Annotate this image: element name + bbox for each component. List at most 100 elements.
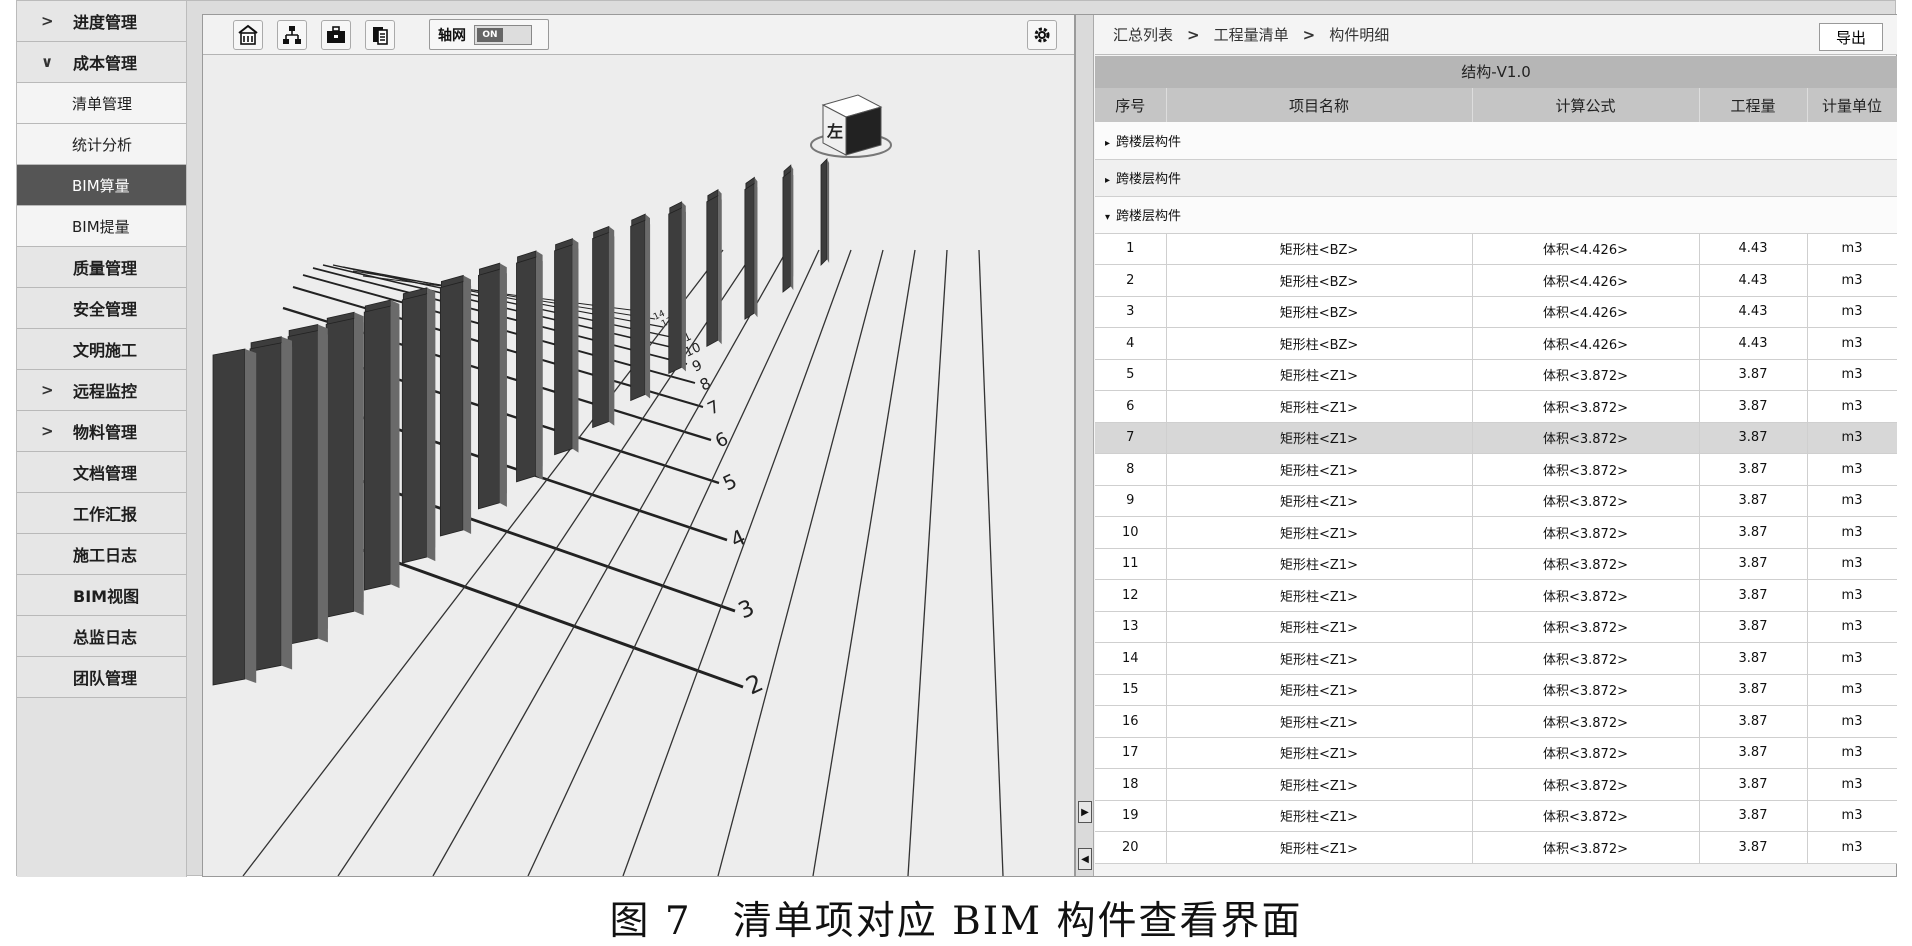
sidebar-item[interactable]: 总监日志 <box>17 616 186 657</box>
row-index: 5 <box>1095 359 1167 391</box>
table-row[interactable]: 13 矩形柱<Z1> 体积<3.872> 3.87 m3 <box>1095 611 1897 643</box>
row-unit: m3 <box>1807 768 1897 801</box>
table-row[interactable]: 6 矩形柱<Z1> 体积<3.872> 3.87 m3 <box>1095 390 1897 423</box>
caret-right-icon[interactable]: ▸ <box>1105 138 1110 149</box>
row-unit: m3 <box>1807 831 1897 864</box>
gear-icon[interactable] <box>1027 20 1057 50</box>
table-row[interactable]: 18 矩形柱<Z1> 体积<3.872> 3.87 m3 <box>1095 768 1897 801</box>
export-button[interactable]: 导出 <box>1819 23 1883 51</box>
chevron-right-icon: > <box>41 381 54 399</box>
row-formula: 体积<3.872> <box>1472 579 1700 612</box>
table-row[interactable]: 17 矩形柱<Z1> 体积<3.872> 3.87 m3 <box>1095 737 1897 769</box>
sidebar-item[interactable]: BIM算量 <box>17 165 186 206</box>
sidebar-item[interactable]: 清单管理 <box>17 83 186 124</box>
breadcrumb-quantity-list[interactable]: 工程量清单 <box>1214 24 1289 45</box>
table-row[interactable]: 20 矩形柱<Z1> 体积<3.872> 3.87 m3 <box>1095 831 1897 864</box>
sidebar-item[interactable]: ∨ 成本管理 <box>17 42 186 83</box>
structural-column <box>439 281 464 537</box>
table-row[interactable]: 12 矩形柱<Z1> 体积<3.872> 3.87 m3 <box>1095 579 1897 612</box>
table-row[interactable]: 16 矩形柱<Z1> 体积<3.872> 3.87 m3 <box>1095 705 1897 738</box>
sidebar-item[interactable]: BIM视图 <box>17 575 186 616</box>
sidebar-item-label: 安全管理 <box>73 300 138 319</box>
row-quantity: 3.87 <box>1699 800 1808 832</box>
col-header-formula[interactable]: 计算公式 <box>1472 88 1700 122</box>
bim-3d-scene[interactable]: 234567891011121314左 <box>203 55 1074 876</box>
breadcrumb-component-detail[interactable]: 构件明细 <box>1329 24 1389 45</box>
figure-caption: 图 7 清单项对应 BIM 构件查看界面 <box>609 899 1303 944</box>
table-row[interactable]: 1 矩形柱<BZ> 体积<4.426> 4.43 m3 <box>1095 233 1897 265</box>
col-header-unit[interactable]: 计量单位 <box>1807 88 1897 122</box>
table-row[interactable]: 10 矩形柱<Z1> 体积<3.872> 3.87 m3 <box>1095 516 1897 549</box>
sidebar-item-label: 文明施工 <box>73 341 138 360</box>
row-formula: 体积<3.872> <box>1472 800 1700 832</box>
group-cell: ▸ 跨楼层构件 <box>1095 122 1897 160</box>
table-row[interactable]: 15 矩形柱<Z1> 体积<3.872> 3.87 m3 <box>1095 674 1897 706</box>
structural-column-side <box>463 281 472 534</box>
caret-down-icon[interactable]: ▾ <box>1105 212 1110 223</box>
table-row[interactable]: 3 矩形柱<BZ> 体积<4.426> 4.43 m3 <box>1095 296 1897 328</box>
sidebar-item[interactable]: 统计分析 <box>17 124 186 165</box>
collapse-arrow-icon[interactable]: ◀ <box>1078 848 1092 870</box>
row-item-name: 矩形柱<Z1> <box>1166 422 1473 454</box>
sidebar-item[interactable]: > 远程监控 <box>17 370 186 411</box>
table-row[interactable]: 14 矩形柱<Z1> 体积<3.872> 3.87 m3 <box>1095 642 1897 675</box>
sidebar-item[interactable]: 安全管理 <box>17 288 186 329</box>
row-item-name: 矩形柱<Z1> <box>1166 485 1473 517</box>
breadcrumb: 汇总列表 > 工程量清单 > 构件明细 导出 <box>1095 15 1897 55</box>
row-index: 3 <box>1095 296 1167 328</box>
layers-icon[interactable] <box>365 20 395 50</box>
sidebar-item[interactable]: > 进度管理 <box>17 1 186 42</box>
sidebar-item[interactable]: 质量管理 <box>17 247 186 288</box>
group-row[interactable]: ▸ 跨楼层构件 <box>1095 122 1897 160</box>
row-formula: 体积<3.872> <box>1472 453 1700 486</box>
table-row[interactable]: 4 矩形柱<BZ> 体积<4.426> 4.43 m3 <box>1095 327 1897 360</box>
building-icon[interactable] <box>233 20 263 50</box>
sidebar-item[interactable]: 团队管理 <box>17 657 186 698</box>
sidebar-item[interactable]: 文档管理 <box>17 452 186 493</box>
structural-column-side <box>353 318 364 616</box>
caret-right-icon[interactable]: ▸ <box>1105 175 1110 186</box>
sidebar-item[interactable]: 施工日志 <box>17 534 186 575</box>
group-row[interactable]: ▾ 跨楼层构件 <box>1095 196 1897 234</box>
sidebar-item[interactable]: 工作汇报 <box>17 493 186 534</box>
expand-arrow-icon[interactable]: ▶ <box>1078 801 1092 823</box>
sidebar-item[interactable]: 文明施工 <box>17 329 186 370</box>
bim-viewer[interactable]: 轴网 ON 234567891011121314左 <box>202 14 1075 877</box>
row-unit: m3 <box>1807 642 1897 675</box>
table-row[interactable]: 8 矩形柱<Z1> 体积<3.872> 3.87 m3 <box>1095 453 1897 486</box>
row-formula: 体积<3.872> <box>1472 705 1700 738</box>
sidebar-item-label: BIM视图 <box>73 587 140 606</box>
sidebar-item[interactable]: BIM提量 <box>17 206 186 247</box>
row-unit: m3 <box>1807 296 1897 328</box>
group-cell: ▾ 跨楼层构件 <box>1095 196 1897 234</box>
row-item-name: 矩形柱<Z1> <box>1166 516 1473 549</box>
group-label: 跨楼层构件 <box>1116 172 1182 187</box>
toolbox-icon[interactable] <box>321 20 351 50</box>
row-unit: m3 <box>1807 233 1897 265</box>
table-row[interactable]: 5 矩形柱<Z1> 体积<3.872> 3.87 m3 <box>1095 359 1897 391</box>
row-unit: m3 <box>1807 264 1897 297</box>
row-quantity: 3.87 <box>1699 548 1808 580</box>
col-header-item-name[interactable]: 项目名称 <box>1166 88 1473 122</box>
row-item-name: 矩形柱<Z1> <box>1166 548 1473 580</box>
structural-column-side <box>535 257 543 480</box>
table-row[interactable]: 9 矩形柱<Z1> 体积<3.872> 3.87 m3 <box>1095 485 1897 517</box>
table-row[interactable]: 19 矩形柱<Z1> 体积<3.872> 3.87 m3 <box>1095 800 1897 832</box>
col-header-index[interactable]: 序号 <box>1095 88 1167 122</box>
hierarchy-icon[interactable] <box>277 20 307 50</box>
row-formula: 体积<3.872> <box>1472 422 1700 454</box>
row-item-name: 矩形柱<Z1> <box>1166 768 1473 801</box>
table-row[interactable]: 11 矩形柱<Z1> 体积<3.872> 3.87 m3 <box>1095 548 1897 580</box>
group-row[interactable]: ▸ 跨楼层构件 <box>1095 159 1897 197</box>
table-row[interactable]: 2 矩形柱<BZ> 体积<4.426> 4.43 m3 <box>1095 264 1897 297</box>
table-row[interactable]: 7 矩形柱<Z1> 体积<3.872> 3.87 m3 <box>1095 422 1897 454</box>
axis-grid-toggle[interactable]: 轴网 ON <box>429 19 549 50</box>
breadcrumb-summary-list[interactable]: 汇总列表 <box>1113 24 1173 45</box>
col-header-quantity[interactable]: 工程量 <box>1699 88 1808 122</box>
row-unit: m3 <box>1807 611 1897 643</box>
row-index: 7 <box>1095 422 1167 454</box>
row-item-name: 矩形柱<Z1> <box>1166 737 1473 769</box>
sidebar-item-label: BIM算量 <box>72 176 130 195</box>
sidebar-item[interactable]: > 物料管理 <box>17 411 186 452</box>
toggle-switch[interactable]: ON <box>474 24 532 45</box>
